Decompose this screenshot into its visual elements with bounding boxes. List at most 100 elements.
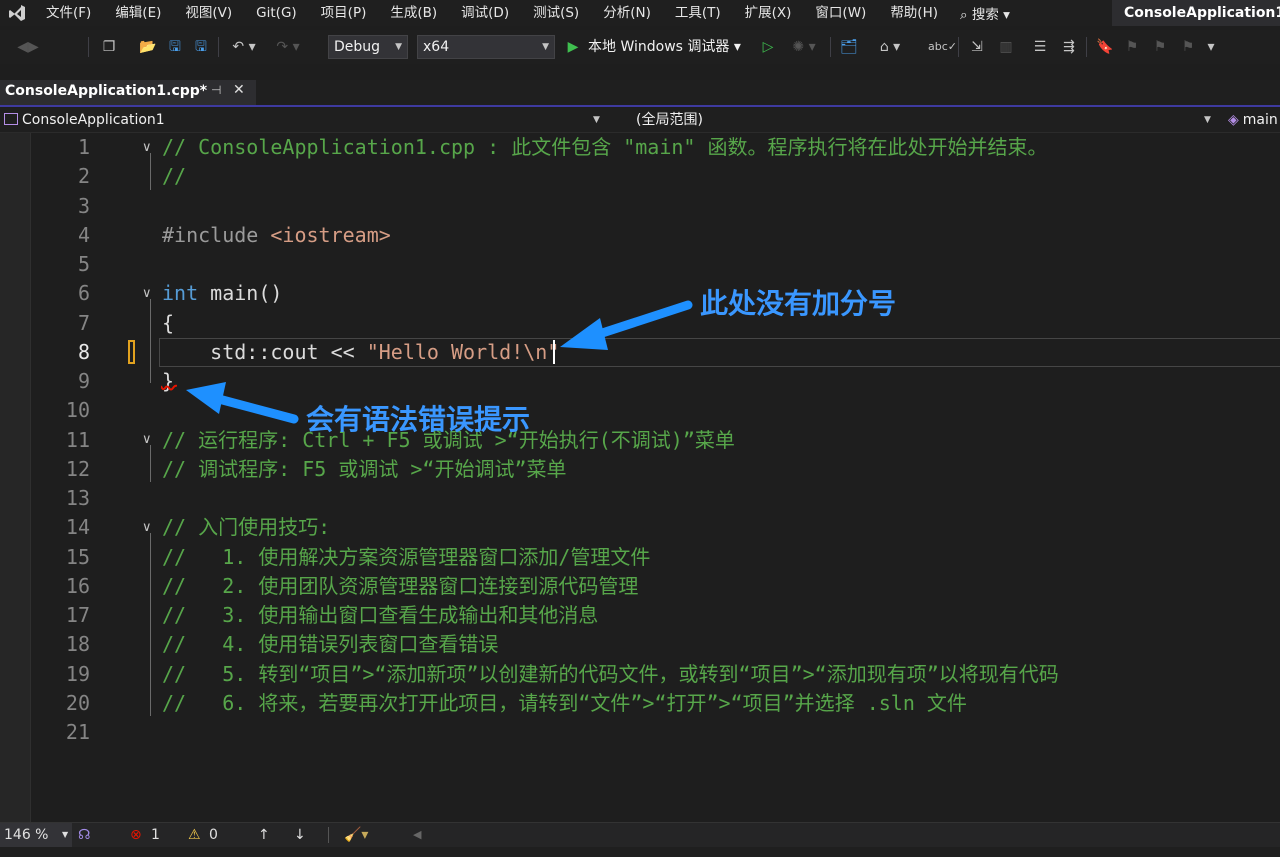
code-line[interactable]: 7{ bbox=[0, 309, 1280, 338]
solution-title: ConsoleApplication1 bbox=[1112, 0, 1280, 26]
code-line[interactable]: 5 bbox=[0, 250, 1280, 279]
code-text: // bbox=[162, 162, 186, 191]
code-editor[interactable]: ∨ ∨ ∨ ∨ 1// ConsoleApplication1.cpp : 此文… bbox=[0, 133, 1280, 824]
code-line[interactable]: 15 // 1. 使用解决方案资源管理器窗口添加/管理文件 bbox=[0, 543, 1280, 572]
line-number: 13 bbox=[65, 486, 90, 510]
code-line[interactable]: 13 bbox=[0, 484, 1280, 513]
code-text: // 5. 转到“项目”>“添加新项”以创建新的代码文件，或转到“项目”>“添加… bbox=[162, 660, 1059, 689]
code-line[interactable]: 18 // 4. 使用错误列表窗口查看错误 bbox=[0, 630, 1280, 659]
toolbar-overflow-icon[interactable]: ▾ bbox=[1204, 38, 1218, 56]
menu-item[interactable]: Git(G) bbox=[244, 0, 309, 26]
scope-value: (全局范围) bbox=[636, 112, 703, 128]
code-line[interactable]: 3 bbox=[0, 192, 1280, 221]
code-cleanup-icon[interactable]: 🧹▾ bbox=[344, 823, 368, 847]
error-squiggle[interactable] bbox=[161, 384, 177, 392]
menu-item[interactable]: 窗口(W) bbox=[803, 0, 878, 26]
warning-icon[interactable]: ⚠ bbox=[188, 823, 201, 847]
menu-item[interactable]: 工具(T) bbox=[663, 0, 733, 26]
search-menu[interactable]: ⌕ 搜索 ▾ bbox=[960, 3, 1010, 23]
code-line[interactable]: 20 // 6. 将来，若要再次打开此项目，请转到“文件”>“打开”>“项目”并选… bbox=[0, 689, 1280, 718]
start-debugging-icon[interactable]: ▶ bbox=[565, 38, 581, 56]
dropdown-arrow-icon: ▼ bbox=[395, 42, 402, 52]
navigate-back-forward-icon[interactable]: ◀▶ bbox=[8, 38, 48, 56]
code-line[interactable]: 1 // ConsoleApplication1.cpp : 此文件包含 "mai… bbox=[0, 133, 1280, 162]
menu-item[interactable]: 生成(B) bbox=[378, 0, 449, 26]
hot-reload-icon[interactable]: ✺ ▾ bbox=[786, 38, 822, 56]
project-name: ConsoleApplication1 bbox=[22, 112, 165, 128]
clear-bookmarks-icon[interactable]: ⚑ bbox=[1178, 38, 1198, 56]
code-line[interactable]: 19 // 5. 转到“项目”>“添加新项”以创建新的代码文件，或转到“项目”>“… bbox=[0, 660, 1280, 689]
visual-studio-logo-icon[interactable] bbox=[0, 0, 34, 26]
menu-item[interactable]: 调试(D) bbox=[449, 0, 521, 26]
annotation-missing-semicolon: 此处没有加分号 bbox=[700, 287, 897, 320]
code-line[interactable]: 11// 运行程序: Ctrl + F5 或调试 >“开始执行(不调试)”菜单 bbox=[0, 426, 1280, 455]
comment-token: // 6. 将来，若要再次打开此项目，请转到“文件”>“打开”>“项目”并选择 … bbox=[162, 690, 967, 715]
code-text: { bbox=[162, 309, 174, 338]
menu-item[interactable]: 编辑(E) bbox=[103, 0, 173, 26]
member-dropdown[interactable]: ◈ main bbox=[1228, 109, 1280, 131]
menu-item[interactable]: 帮助(H) bbox=[878, 0, 950, 26]
open-folder-icon[interactable]: 📂 bbox=[138, 38, 158, 56]
code-line[interactable]: 17 // 3. 使用输出窗口查看生成输出和其他消息 bbox=[0, 601, 1280, 630]
save-all-icon[interactable]: 🖫 bbox=[192, 38, 210, 56]
next-bookmark-icon[interactable]: ⚑ bbox=[1150, 38, 1170, 56]
menu-item[interactable]: 测试(S) bbox=[521, 0, 591, 26]
menu-item[interactable]: 分析(N) bbox=[591, 0, 663, 26]
code-line[interactable]: 4 #include <iostream> bbox=[0, 221, 1280, 250]
intellicode-icon[interactable]: ☊ bbox=[78, 823, 90, 847]
scope-dropdown[interactable]: (全局范围) bbox=[612, 109, 1212, 131]
bookmark-icon[interactable]: 🔖 bbox=[1096, 38, 1114, 56]
next-issue-icon[interactable]: ↓ bbox=[294, 823, 306, 847]
member-value: main bbox=[1242, 112, 1278, 128]
code-line[interactable]: 9} bbox=[0, 367, 1280, 396]
layout-icon[interactable]: ⌂ ▾ bbox=[872, 38, 908, 56]
error-icon[interactable]: ⊗ bbox=[130, 823, 142, 847]
code-line[interactable]: 14 // 入门使用技巧: bbox=[0, 513, 1280, 542]
solution-configuration-select[interactable]: Debug ▼ bbox=[328, 35, 408, 59]
code-line[interactable]: 6 int main() bbox=[0, 279, 1280, 308]
find-in-files-icon[interactable]: 🗂 bbox=[838, 38, 860, 56]
indent-icon[interactable]: ⇶ bbox=[1058, 38, 1080, 56]
solution-platform-select[interactable]: x64 ▼ bbox=[417, 35, 555, 59]
code-line[interactable]: 21 bbox=[0, 718, 1280, 747]
menu-item[interactable]: 文件(F) bbox=[34, 0, 103, 26]
line-number: 17 bbox=[65, 603, 90, 627]
tab-consoleapplication1-cpp[interactable]: ConsoleApplication1.cpp* ⊣ ✕ bbox=[0, 80, 256, 105]
pin-tab-icon[interactable]: ⊣ bbox=[211, 83, 221, 97]
step-icon[interactable]: ⇲ bbox=[966, 38, 988, 56]
close-tab-icon[interactable]: ✕ bbox=[233, 82, 245, 98]
new-project-icon[interactable]: ❐ bbox=[98, 38, 120, 56]
comment-token: // 4. 使用错误列表窗口查看错误 bbox=[162, 632, 499, 657]
code-line[interactable]: 12 // 调试程序: F5 或调试 >“开始调试”菜单 bbox=[0, 455, 1280, 484]
code-line[interactable]: 16 // 2. 使用团队资源管理器窗口连接到源代码管理 bbox=[0, 572, 1280, 601]
start-debugging-button[interactable]: 本地 Windows 调试器 ▾ bbox=[588, 38, 758, 56]
previous-issue-icon[interactable]: ↑ bbox=[258, 823, 270, 847]
platform-value: x64 bbox=[423, 39, 450, 55]
zoom-select[interactable]: 146 % ▼ bbox=[0, 823, 72, 847]
line-number: 3 bbox=[77, 193, 90, 218]
project-dropdown[interactable]: ConsoleApplication1 bbox=[4, 109, 604, 131]
dropdown-arrow-icon[interactable]: ▼ bbox=[1204, 109, 1211, 131]
code-line[interactable]: 10 bbox=[0, 396, 1280, 425]
menu-item[interactable]: 项目(P) bbox=[309, 0, 379, 26]
scroll-left-icon[interactable]: ◀ bbox=[413, 823, 421, 847]
menu-item[interactable]: 视图(V) bbox=[173, 0, 244, 26]
spell-check-icon[interactable]: abc✓ bbox=[928, 38, 957, 56]
dropdown-arrow-icon[interactable]: ▼ bbox=[593, 109, 600, 131]
keyword-token: int bbox=[162, 281, 199, 306]
outdent-icon[interactable]: ☰ bbox=[1030, 38, 1050, 56]
warning-count[interactable]: 0 bbox=[209, 823, 218, 847]
start-without-debugging-icon[interactable]: ▷ bbox=[760, 38, 776, 56]
code-line[interactable]: 2 // bbox=[0, 162, 1280, 191]
undo-icon[interactable]: ↶ ▾ bbox=[228, 38, 260, 56]
previous-bookmark-icon[interactable]: ⚑ bbox=[1122, 38, 1142, 56]
save-icon[interactable]: 🖫 bbox=[166, 38, 184, 56]
comment-block-icon[interactable]: ▥ bbox=[996, 38, 1016, 56]
code-line[interactable]: 8 std::cout << "Hello World!\n" bbox=[0, 338, 1280, 367]
code-text: #include <iostream> bbox=[162, 221, 391, 250]
editor-status-bar: 146 % ▼ ☊ ⊗ 1 ⚠ 0 ↑ ↓ 🧹▾ ◀ bbox=[0, 822, 1280, 847]
error-count[interactable]: 1 bbox=[151, 823, 160, 847]
menu-item[interactable]: 扩展(X) bbox=[733, 0, 804, 26]
redo-icon[interactable]: ↷ ▾ bbox=[272, 38, 304, 56]
line-number: 9 bbox=[77, 369, 90, 393]
